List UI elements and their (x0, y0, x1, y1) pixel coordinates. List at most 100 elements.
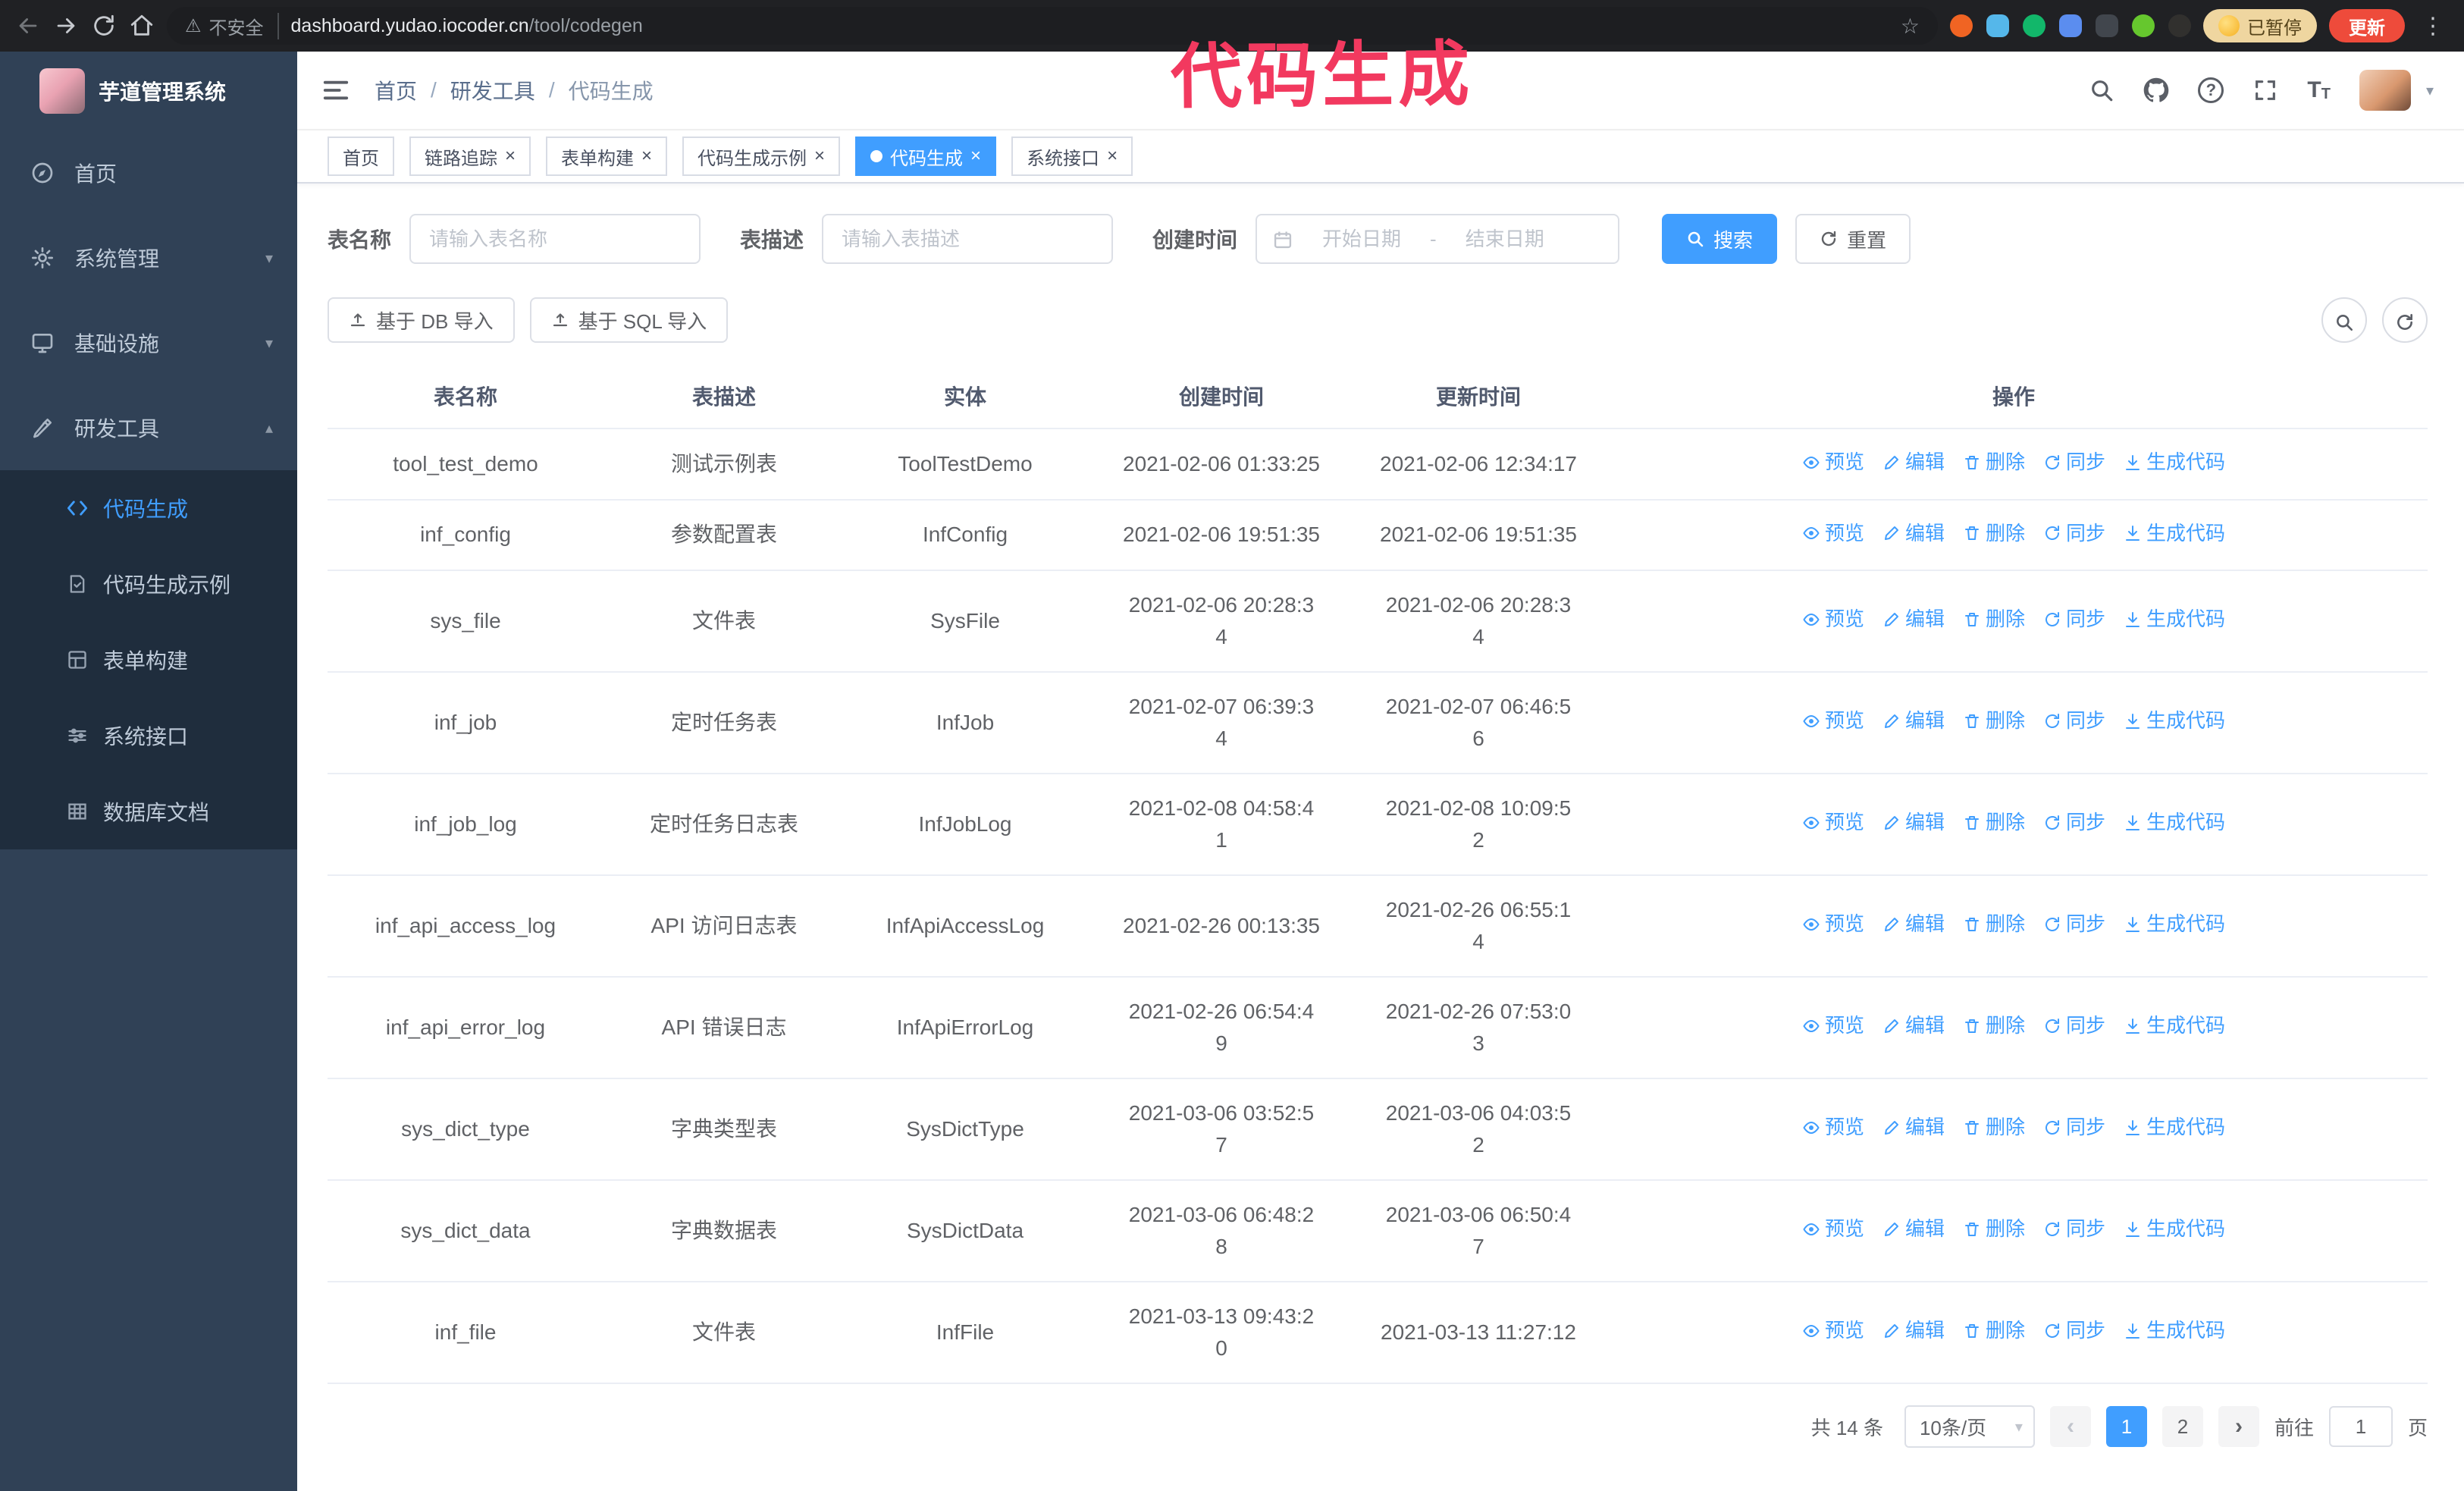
paused-badge[interactable]: 已暂停 (2203, 9, 2317, 42)
breadcrumb-item[interactable]: 研发工具 (450, 75, 535, 105)
sidebar-item-db-doc[interactable]: 数据库文档 (0, 774, 297, 849)
tab-codegen-example[interactable]: 代码生成示例 (682, 137, 841, 176)
edit-link[interactable]: 编辑 (1882, 1316, 1945, 1345)
delete-link[interactable]: 删除 (1963, 1011, 2025, 1041)
generate-link[interactable]: 生成代码 (2124, 519, 2225, 548)
delete-link[interactable]: 删除 (1963, 706, 2025, 736)
delete-link[interactable]: 删除 (1963, 909, 2025, 939)
generate-link[interactable]: 生成代码 (2124, 909, 2225, 939)
search-icon[interactable] (2089, 77, 2114, 103)
tab-form-builder[interactable]: 表单构建 (546, 137, 668, 176)
sync-link[interactable]: 同步 (2043, 808, 2105, 837)
generate-link[interactable]: 生成代码 (2124, 1316, 2225, 1345)
preview-link[interactable]: 预览 (1802, 1214, 1864, 1244)
date-start-input[interactable] (1304, 227, 1420, 251)
edit-link[interactable]: 编辑 (1882, 519, 1945, 548)
edit-link[interactable]: 编辑 (1882, 447, 1945, 477)
sidebar-item-codegen-example[interactable]: 代码生成示例 (0, 546, 297, 622)
generate-link[interactable]: 生成代码 (2124, 1214, 2225, 1244)
update-button[interactable]: 更新 (2329, 9, 2405, 42)
security-chip[interactable]: 不安全 (185, 12, 279, 39)
hamburger-icon[interactable] (321, 76, 350, 105)
extension-icon[interactable] (2168, 14, 2191, 37)
table-name-input[interactable] (409, 214, 701, 264)
preview-link[interactable]: 预览 (1802, 447, 1864, 477)
import-db-button[interactable]: 基于 DB 导入 (328, 297, 515, 343)
sidebar-item-infra[interactable]: 基础设施 (0, 300, 297, 385)
delete-link[interactable]: 删除 (1963, 604, 2025, 634)
address-bar[interactable]: 不安全 dashboard.yudao.iocoder.cn/tool/code… (167, 7, 1938, 45)
search-button[interactable]: 搜索 (1662, 214, 1778, 264)
generate-link[interactable]: 生成代码 (2124, 1011, 2225, 1041)
font-size-icon[interactable] (2307, 77, 2331, 103)
sync-link[interactable]: 同步 (2043, 1316, 2105, 1345)
close-icon[interactable] (814, 147, 825, 165)
edit-link[interactable]: 编辑 (1882, 1113, 1945, 1142)
sidebar-item-home[interactable]: 首页 (0, 130, 297, 215)
breadcrumb-item[interactable]: 首页 (375, 75, 417, 105)
generate-link[interactable]: 生成代码 (2124, 447, 2225, 477)
forward-icon[interactable] (53, 13, 79, 39)
back-icon[interactable] (15, 13, 41, 39)
delete-link[interactable]: 删除 (1963, 808, 2025, 837)
delete-link[interactable]: 删除 (1963, 1113, 2025, 1142)
delete-link[interactable]: 删除 (1963, 1214, 2025, 1244)
extension-icon[interactable] (2096, 14, 2118, 37)
preview-link[interactable]: 预览 (1802, 808, 1864, 837)
github-icon[interactable] (2143, 77, 2169, 103)
edit-link[interactable]: 编辑 (1882, 706, 1945, 736)
import-sql-button[interactable]: 基于 SQL 导入 (529, 297, 729, 343)
sync-link[interactable]: 同步 (2043, 604, 2105, 634)
avatar[interactable] (2359, 70, 2411, 111)
extension-icon[interactable] (1950, 14, 1973, 37)
tab-codegen[interactable]: 代码生成 (855, 137, 997, 176)
fullscreen-icon[interactable] (2252, 77, 2278, 103)
generate-link[interactable]: 生成代码 (2124, 604, 2225, 634)
bookmark-star-icon[interactable] (1901, 14, 1920, 39)
preview-link[interactable]: 预览 (1802, 1113, 1864, 1142)
sync-link[interactable]: 同步 (2043, 706, 2105, 736)
close-icon[interactable] (1107, 147, 1118, 165)
preview-link[interactable]: 预览 (1802, 604, 1864, 634)
generate-link[interactable]: 生成代码 (2124, 1113, 2225, 1142)
preview-link[interactable]: 预览 (1802, 1011, 1864, 1041)
close-icon[interactable] (505, 147, 516, 165)
preview-link[interactable]: 预览 (1802, 519, 1864, 548)
generate-link[interactable]: 生成代码 (2124, 706, 2225, 736)
sync-link[interactable]: 同步 (2043, 1214, 2105, 1244)
delete-link[interactable]: 删除 (1963, 519, 2025, 548)
date-range-picker[interactable]: - (1256, 214, 1620, 264)
close-icon[interactable] (641, 147, 652, 165)
reset-button[interactable]: 重置 (1795, 214, 1911, 264)
tab-tracer[interactable]: 链路追踪 (409, 137, 531, 176)
edit-link[interactable]: 编辑 (1882, 808, 1945, 837)
sync-link[interactable]: 同步 (2043, 519, 2105, 548)
edit-link[interactable]: 编辑 (1882, 604, 1945, 634)
sync-link[interactable]: 同步 (2043, 1011, 2105, 1041)
sidebar-item-form-builder[interactable]: 表单构建 (0, 622, 297, 698)
sidebar-item-system[interactable]: 系统管理 (0, 215, 297, 300)
goto-page-input[interactable] (2328, 1406, 2393, 1447)
sync-link[interactable]: 同步 (2043, 447, 2105, 477)
extension-icon[interactable] (2023, 14, 2045, 37)
prev-page-button[interactable]: ‹ (2049, 1406, 2091, 1447)
edit-link[interactable]: 编辑 (1882, 1214, 1945, 1244)
browser-menu-icon[interactable] (2417, 13, 2449, 39)
sync-link[interactable]: 同步 (2043, 1113, 2105, 1142)
preview-link[interactable]: 预览 (1802, 706, 1864, 736)
table-desc-input[interactable] (822, 214, 1114, 264)
page-size-select[interactable]: 10条/页 (1904, 1405, 2035, 1448)
generate-link[interactable]: 生成代码 (2124, 808, 2225, 837)
sidebar-item-devtools[interactable]: 研发工具 (0, 385, 297, 470)
home-icon[interactable] (129, 13, 155, 39)
extension-icon[interactable] (1986, 14, 2009, 37)
preview-link[interactable]: 预览 (1802, 1316, 1864, 1345)
extension-icon[interactable] (2132, 14, 2155, 37)
toggle-search-button[interactable] (2321, 297, 2367, 343)
next-page-button[interactable]: › (2218, 1406, 2259, 1447)
sync-link[interactable]: 同步 (2043, 909, 2105, 939)
tab-home[interactable]: 首页 (328, 137, 394, 176)
sidebar-item-codegen[interactable]: 代码生成 (0, 470, 297, 546)
extension-icon[interactable] (2059, 14, 2082, 37)
help-icon[interactable] (2198, 77, 2224, 103)
